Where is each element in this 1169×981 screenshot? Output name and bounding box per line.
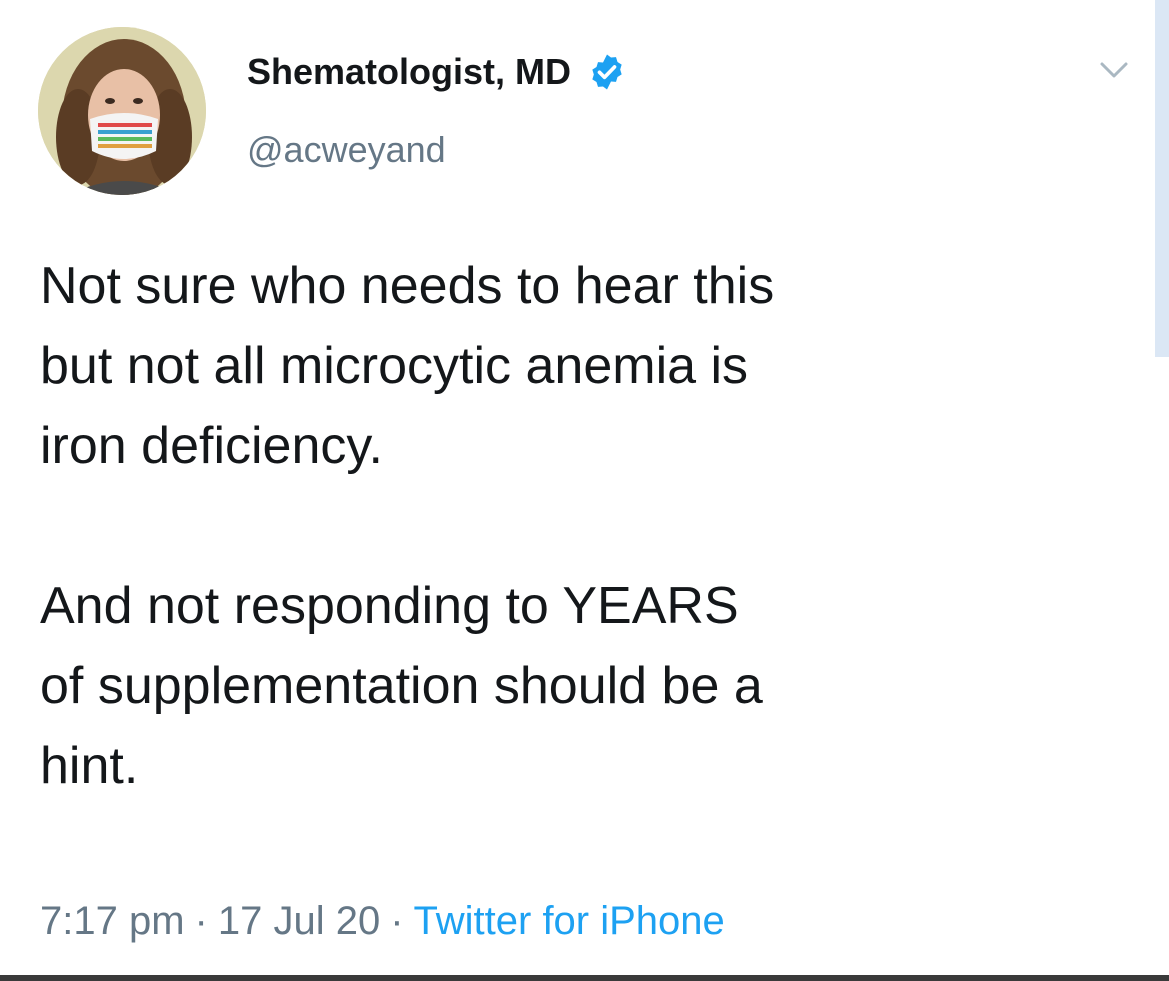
tweet-text: Not sure who needs to hear this but not … <box>40 257 775 795</box>
chevron-down-icon[interactable] <box>1098 58 1130 82</box>
meta-separator: · <box>194 899 208 943</box>
verified-badge-icon <box>587 52 627 92</box>
scrollbar[interactable] <box>1155 0 1169 357</box>
divider <box>0 975 1169 981</box>
tweet-meta: 7:17 pm · 17 Jul 20 · Twitter for iPhone <box>40 893 725 949</box>
avatar-image <box>38 27 206 195</box>
tweet-source-link[interactable]: Twitter for iPhone <box>414 899 725 943</box>
tweet-date[interactable]: 17 Jul 20 <box>218 899 380 943</box>
author-display-name-row[interactable]: Shematologist, MD <box>247 48 627 96</box>
author-handle[interactable]: @acweyand <box>247 126 446 174</box>
tweet-card: Shematologist, MD @acweyand Not sure who… <box>0 0 1169 981</box>
meta-separator: · <box>390 899 404 943</box>
tweet-time[interactable]: 7:17 pm <box>40 899 185 943</box>
avatar[interactable] <box>38 27 206 195</box>
author-display-name[interactable]: Shematologist, MD <box>247 48 571 96</box>
